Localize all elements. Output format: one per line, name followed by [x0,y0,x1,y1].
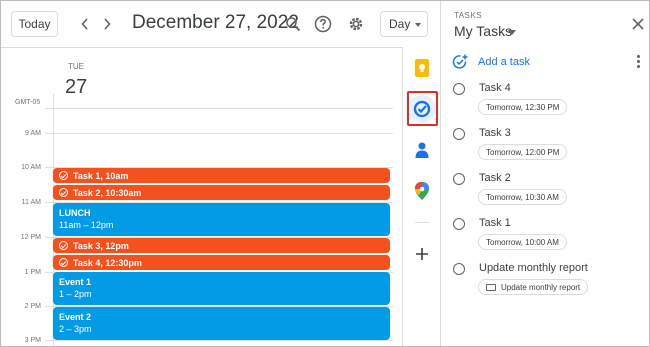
calendar-event[interactable]: LUNCH 11am – 12pm [53,203,390,236]
view-select[interactable]: Day [380,11,428,37]
add-task-label: Add a task [478,56,530,68]
task-event[interactable]: Task 3, 12pm [53,238,390,253]
event-title: Event 2 [59,312,92,322]
task-source-label: Update monthly report [501,282,581,292]
keep-icon[interactable] [411,57,433,79]
hour-line [45,133,393,134]
task-date-chip[interactable]: Tomorrow, 12:00 PM [478,144,568,160]
caret-down-icon [415,23,421,27]
time-label: 1 PM [24,269,41,276]
time-label: 9 AM [25,130,41,137]
more-vert-icon[interactable] [637,55,641,69]
time-label: 2 PM [24,303,41,310]
time-label: 12 PM [20,234,41,241]
caret-down-icon[interactable] [508,30,516,35]
today-button[interactable]: Today [11,11,58,37]
day-view: TUE 27 GMT-05 9 AM 10 AM 11 AM 12 PM 1 P… [1,47,402,346]
event-title: Task 1, 10am [73,170,129,181]
day-number[interactable]: 27 [65,76,87,99]
panel-label: TASKS [454,11,483,20]
task-date-chip[interactable]: Tomorrow, 10:00 AM [478,234,567,250]
highlight-box [407,91,438,126]
time-label: 10 AM [21,164,41,171]
time-label: 11 AM [21,199,41,206]
view-select-label: Day [389,17,411,31]
check-circle-icon [59,171,68,180]
event-time: 2 – 3pm [59,324,92,334]
event-title: Task 3, 12pm [73,240,129,251]
task-checkbox[interactable] [453,128,465,140]
task-date-chip[interactable]: Tomorrow, 12:30 PM [478,99,568,115]
task-name[interactable]: Task 4 [479,82,511,94]
hour-line [45,340,393,341]
calendar-event[interactable]: Event 2 2 – 3pm [53,307,390,340]
check-circle-icon [59,241,68,250]
timezone-label: GMT-05 [15,99,41,106]
contacts-icon[interactable] [411,139,433,161]
check-circle-icon [59,258,68,267]
task-event[interactable]: Task 2, 10:30am [53,185,390,200]
event-title: Task 4, 12:30pm [73,257,142,268]
help-icon[interactable] [312,13,334,35]
tasks-panel: TASKS My Tasks Add a task Task 4 Tomorro… [440,1,649,346]
add-task-button[interactable]: Add a task [452,54,530,70]
task-date-chip[interactable]: Tomorrow, 10:30 AM [478,189,567,205]
maps-icon[interactable] [411,180,433,202]
task-checkbox[interactable] [453,263,465,275]
day-header: TUE 27 [53,48,393,108]
chevron-left-icon[interactable] [77,14,93,34]
task-checkbox[interactable] [453,218,465,230]
task-source-chip[interactable]: Update monthly report [478,279,589,295]
calendar-window: Today December 27, 2022 Day TUE 27 GMT-0… [0,0,650,347]
time-label: 3 PM [24,337,41,344]
task-event[interactable]: Task 1, 10am [53,168,390,183]
event-title: LUNCH [59,208,91,218]
task-event[interactable]: Task 4, 12:30pm [53,255,390,270]
task-name[interactable]: Task 2 [479,172,511,184]
task-list-selector[interactable]: My Tasks [454,23,512,39]
add-task-icon [452,54,468,69]
event-title: Event 1 [59,277,92,287]
check-circle-icon [59,188,68,197]
event-title: Task 2, 10:30am [73,187,142,198]
event-time: 11am – 12pm [59,220,114,230]
task-checkbox[interactable] [453,83,465,95]
close-icon[interactable] [632,17,646,31]
event-time: 1 – 2pm [59,289,92,299]
settings-gear-icon[interactable] [345,13,367,35]
mail-icon [486,283,496,291]
task-name[interactable]: Task 3 [479,127,511,139]
toolbar: Today December 27, 2022 Day [1,1,428,47]
task-name[interactable]: Update monthly report [479,262,588,274]
hour-line [45,108,393,109]
search-icon[interactable] [282,13,304,35]
date-title: December 27, 2022 [132,12,299,33]
side-panel-rail [402,47,440,346]
add-icon[interactable] [411,243,433,265]
task-checkbox[interactable] [453,173,465,185]
divider [415,222,429,223]
calendar-event[interactable]: Event 1 1 – 2pm [53,272,390,305]
task-name[interactable]: Task 1 [479,217,511,229]
chevron-right-icon[interactable] [99,14,115,34]
weekday-label: TUE [68,62,84,71]
